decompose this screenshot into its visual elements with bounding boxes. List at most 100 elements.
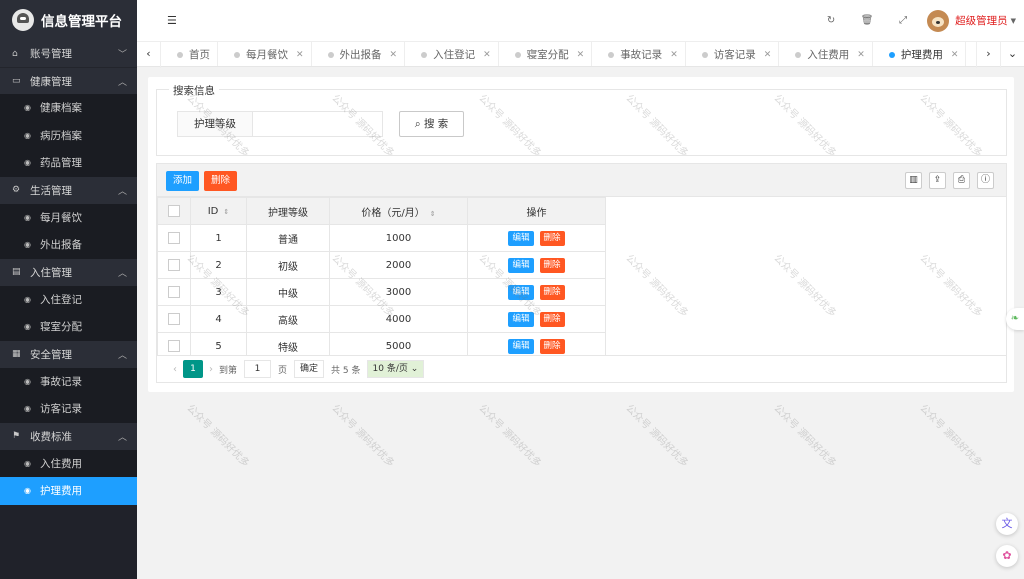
- tab-scroll-left-icon[interactable]: ‹: [137, 42, 161, 68]
- close-icon[interactable]: ✕: [483, 50, 491, 60]
- window-icon: ▭: [12, 76, 21, 86]
- export-icon[interactable]: ⇪: [929, 172, 946, 189]
- sidebar-item-label: 外出报备: [40, 239, 82, 252]
- edit-button[interactable]: 编辑: [508, 338, 534, 354]
- sidebar-item[interactable]: ◉ 外出报备: [0, 231, 137, 259]
- edit-button[interactable]: 编辑: [508, 284, 534, 300]
- tab[interactable]: 护理费用 ✕: [873, 42, 967, 66]
- add-button[interactable]: 添加: [166, 171, 200, 191]
- sidebar-item[interactable]: ◉ 入住费用: [0, 449, 137, 477]
- search-button[interactable]: ⌕ 搜 索: [399, 111, 464, 137]
- sidebar-item[interactable]: ◉ 健康档案: [0, 94, 137, 122]
- chevron-up-icon: ︿: [117, 77, 127, 88]
- row-checkbox[interactable]: [168, 259, 180, 271]
- sidebar-item[interactable]: ◉ 病历档案: [0, 121, 137, 149]
- avatar[interactable]: [927, 9, 950, 32]
- sidebar-group[interactable]: ▦ 安全管理 ︿: [0, 340, 137, 368]
- sidebar-item[interactable]: ◉ 入住登记: [0, 285, 137, 313]
- goto-page-input[interactable]: 1: [244, 360, 272, 378]
- row-checkbox[interactable]: [168, 232, 180, 244]
- edit-button[interactable]: 编辑: [508, 230, 534, 246]
- col-price[interactable]: 价格（元/月） ⇕: [329, 197, 468, 225]
- tab[interactable]: 外出报备 ✕: [312, 42, 406, 66]
- sidebar-group[interactable]: ▤ 入住管理 ︿: [0, 258, 137, 286]
- info-icon[interactable]: ⓘ: [977, 172, 994, 189]
- clear-cache-icon[interactable]: 🗑: [849, 15, 885, 26]
- cell-level: 初级: [246, 251, 330, 279]
- leaf-icon[interactable]: ❧: [1006, 308, 1024, 330]
- print-icon[interactable]: ⎙: [953, 172, 970, 189]
- row-checkbox[interactable]: [168, 286, 180, 298]
- chevron-up-icon: ︿: [117, 432, 127, 443]
- tab-menu-icon[interactable]: ⌄: [1000, 42, 1024, 68]
- home-icon: ⌂: [12, 48, 18, 59]
- delete-button[interactable]: 删除: [539, 311, 565, 327]
- current-page[interactable]: 1: [183, 360, 203, 378]
- user-name[interactable]: 超级管理员: [955, 13, 1008, 28]
- columns-filter-icon[interactable]: ▥: [905, 172, 922, 189]
- row-checkbox[interactable]: [168, 313, 180, 325]
- select-all-checkbox[interactable]: [168, 205, 180, 217]
- tab[interactable]: 访客记录 ✕: [686, 42, 780, 66]
- cell-id: 4: [190, 305, 247, 333]
- sidebar-group[interactable]: ⌂ 账号管理 ﹀: [0, 40, 137, 67]
- row-checkbox[interactable]: [168, 340, 180, 352]
- watermark-text: 公众号 源码好优多: [184, 402, 251, 470]
- sidebar-item[interactable]: ◉ 访客记录: [0, 395, 137, 423]
- cell-price: 3000: [329, 278, 468, 306]
- tab[interactable]: 入住登记 ✕: [405, 42, 499, 66]
- page-size-select[interactable]: 10 条/页 ⌄: [366, 360, 425, 378]
- nursing-level-input[interactable]: [252, 111, 383, 137]
- sidebar-item[interactable]: ◉ 事故记录: [0, 367, 137, 395]
- delete-button[interactable]: 删除: [539, 257, 565, 273]
- sidebar-group[interactable]: ⚙ 生活管理 ︿: [0, 176, 137, 204]
- delete-button[interactable]: 删除: [539, 230, 565, 246]
- tab-dot-icon: [421, 51, 428, 58]
- delete-button[interactable]: 删除: [539, 338, 565, 354]
- search-icon: ⌕: [414, 118, 424, 130]
- translate-icon[interactable]: 文: [996, 513, 1018, 535]
- dashboard-icon: ◉: [24, 458, 31, 468]
- edit-button[interactable]: 编辑: [508, 311, 534, 327]
- tab[interactable]: 首页: [161, 42, 218, 66]
- app-logo[interactable]: 信息管理平台: [0, 0, 137, 40]
- sort-icon[interactable]: ⇕: [430, 210, 436, 218]
- close-icon[interactable]: ✕: [296, 50, 304, 60]
- close-icon[interactable]: ✕: [670, 50, 678, 60]
- close-icon[interactable]: ✕: [577, 50, 585, 60]
- tab[interactable]: 事故记录 ✕: [592, 42, 686, 66]
- sidebar-item[interactable]: ◉ 每月餐饮: [0, 203, 137, 231]
- edit-button[interactable]: 编辑: [508, 257, 534, 273]
- close-icon[interactable]: ✕: [764, 50, 772, 60]
- sidebar-group[interactable]: ▭ 健康管理 ︿: [0, 67, 137, 94]
- col-id[interactable]: ID ⇕: [190, 197, 247, 225]
- delete-button[interactable]: 删除: [539, 284, 565, 300]
- close-icon[interactable]: ✕: [857, 50, 865, 60]
- sidebar-group[interactable]: ⚑ 收费标准 ︿: [0, 422, 137, 450]
- batch-delete-button[interactable]: 删除: [204, 171, 238, 191]
- fullscreen-icon[interactable]: ⤢: [885, 15, 921, 26]
- sidebar-item[interactable]: ◉ 药品管理: [0, 149, 137, 177]
- close-icon[interactable]: ✕: [951, 50, 959, 60]
- tab-dot-icon: [514, 51, 521, 58]
- tab-scroll-right-icon[interactable]: ›: [976, 42, 1000, 68]
- tab[interactable]: 每月餐饮 ✕: [218, 42, 312, 66]
- refresh-icon[interactable]: ↻: [813, 15, 849, 26]
- topbar-actions: ↻ 🗑 ⤢ 超级管理员 ▼: [813, 0, 1024, 41]
- sidebar-item-label: 事故记录: [40, 375, 82, 388]
- menu-fold-icon[interactable]: ☰: [167, 14, 177, 27]
- caret-down-icon[interactable]: ▼: [1011, 17, 1016, 25]
- total-count: 共 5 条: [331, 365, 361, 376]
- sidebar-group-label: 收费标准: [30, 430, 72, 443]
- tab[interactable]: 入住费用 ✕: [779, 42, 873, 66]
- goto-confirm-button[interactable]: 确定: [294, 360, 325, 378]
- sort-icon[interactable]: ⇕: [223, 208, 229, 216]
- main-content: 搜索信息 护理等级 ⌕ 搜 索 添加 删除 ▥ ⇪ ⎙ ⓘ ID ⇕ 护理等级 …: [148, 77, 1014, 392]
- tab[interactable]: 寝室分配 ✕: [499, 42, 593, 66]
- close-icon[interactable]: ✕: [390, 50, 398, 60]
- sidebar-item[interactable]: ◉ 寝室分配: [0, 313, 137, 341]
- sidebar-item[interactable]: ◉ 护理费用: [0, 477, 137, 505]
- next-page-icon[interactable]: ›: [209, 364, 213, 375]
- prev-page-icon[interactable]: ‹: [173, 364, 177, 375]
- brain-icon[interactable]: ✿: [996, 545, 1018, 567]
